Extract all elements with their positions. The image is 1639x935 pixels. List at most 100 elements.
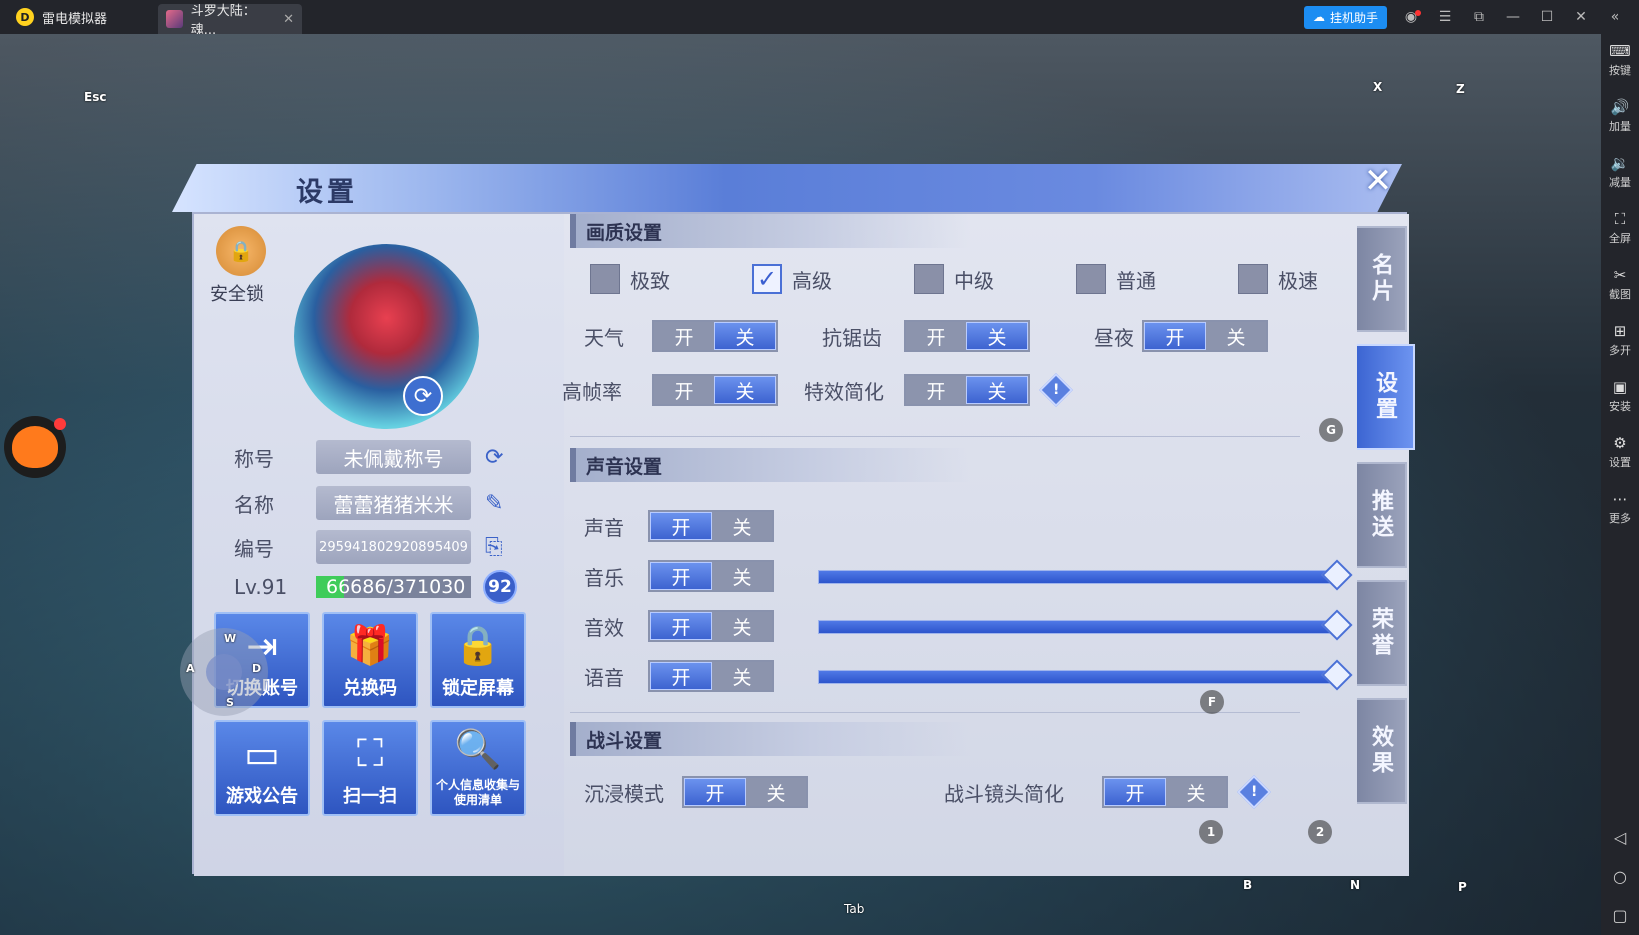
multi-instance-icon: ⊞ — [1613, 322, 1627, 340]
account-icon[interactable]: ◉ — [1401, 9, 1421, 25]
checkbox[interactable] — [914, 264, 944, 294]
home-icon[interactable]: ○ — [1613, 867, 1627, 886]
slider-handle[interactable] — [1321, 559, 1353, 591]
slider-handle[interactable] — [1321, 609, 1353, 641]
panel-close-button[interactable]: ✕ — [1353, 156, 1403, 206]
redeem-code-button[interactable]: 🎁 兑换码 — [322, 612, 418, 708]
key-d: D — [252, 662, 262, 675]
recents-icon[interactable]: ▢ — [1612, 906, 1627, 925]
checkbox[interactable] — [590, 264, 620, 294]
music-volume-slider[interactable] — [818, 559, 1353, 591]
sidebar-item-volume-down[interactable]: 🔉 减量 — [1609, 152, 1631, 208]
antialias-toggle[interactable]: 开关 — [904, 320, 1030, 352]
checkbox[interactable] — [1238, 264, 1268, 294]
sidebar-item-more[interactable]: ⋯ 更多 — [1609, 488, 1631, 544]
sidebar-item-multi[interactable]: ⊞ 多开 — [1609, 320, 1631, 376]
info-warning-icon[interactable]: ! — [1237, 775, 1271, 809]
slider-handle[interactable] — [1321, 659, 1353, 691]
avatar[interactable] — [294, 244, 479, 429]
sfx-volume-slider[interactable] — [818, 609, 1353, 641]
game-tab-label: 斗罗大陆：魂... — [190, 4, 256, 38]
toggle-on[interactable]: 开 — [684, 778, 746, 806]
toggle-off[interactable]: 关 — [966, 376, 1028, 404]
daynight-toggle[interactable]: 开关 — [1142, 320, 1268, 352]
change-avatar-icon[interactable]: ⟳ — [403, 376, 443, 416]
tab-card[interactable]: 名片 — [1357, 226, 1407, 332]
toggle-on[interactable]: 开 — [650, 612, 712, 640]
weather-toggle[interactable]: 开关 — [652, 320, 778, 352]
toggle-off[interactable]: 关 — [1166, 778, 1226, 806]
camera-toggle[interactable]: 开关 — [1102, 776, 1228, 808]
sidebar-item-install[interactable]: ▣ 安装 — [1609, 376, 1631, 432]
tab-push[interactable]: 推送 — [1357, 462, 1407, 568]
info-warning-icon[interactable]: ! — [1039, 373, 1073, 407]
minimize-icon[interactable]: — — [1503, 9, 1523, 25]
game-tab[interactable]: 斗罗大陆：魂... ✕ — [158, 4, 302, 38]
afk-helper-button[interactable]: ☁ 挂机助手 — [1303, 5, 1387, 29]
toggle-off[interactable]: 关 — [712, 512, 772, 540]
section-divider — [570, 712, 1300, 713]
popout-icon[interactable]: ⧉ — [1469, 9, 1489, 25]
lock-icon[interactable]: 🔒 — [216, 226, 266, 276]
tab-effects[interactable]: 效果 — [1357, 698, 1407, 804]
toggle-on[interactable]: 开 — [650, 562, 712, 590]
quality-option-high[interactable]: ✓ 高级 — [752, 264, 914, 294]
lock-screen-button[interactable]: 🔒 锁定屏幕 — [430, 612, 526, 708]
toggle-off[interactable]: 关 — [1206, 322, 1266, 350]
sfx-setting: 音效 开关 — [584, 610, 774, 642]
effects-toggle[interactable]: 开关 — [904, 374, 1030, 406]
toggle-on[interactable]: 开 — [654, 376, 714, 404]
sfx-toggle[interactable]: 开关 — [648, 610, 774, 642]
sidebar-item-screenshot[interactable]: ✂ 截图 — [1609, 264, 1631, 320]
toggle-off[interactable]: 关 — [966, 322, 1028, 350]
toggle-on[interactable]: 开 — [1104, 778, 1166, 806]
close-window-icon[interactable]: ✕ — [1571, 9, 1591, 25]
toggle-on[interactable]: 开 — [650, 512, 712, 540]
quality-option-ultra[interactable]: 极致 — [590, 264, 752, 294]
sidebar-item-volume-up[interactable]: 🔊 加量 — [1609, 96, 1631, 152]
toggle-on[interactable]: 开 — [906, 376, 966, 404]
tab-honor[interactable]: 荣誉 — [1357, 580, 1407, 686]
sidebar-item-fullscreen[interactable]: ⛶ 全屏 — [1609, 208, 1631, 264]
tab-settings[interactable]: 设置 — [1357, 344, 1415, 450]
tab-close-icon[interactable]: ✕ — [283, 12, 294, 27]
refresh-title-icon[interactable]: ⟳ — [485, 445, 503, 470]
toggle-off[interactable]: 关 — [714, 322, 776, 350]
highfps-toggle[interactable]: 开关 — [652, 374, 778, 406]
copy-id-icon[interactable]: ⎘ — [485, 535, 503, 560]
toggle-on[interactable]: 开 — [906, 322, 966, 350]
menu-icon[interactable]: ☰ — [1435, 9, 1455, 25]
safety-lock-label: 安全锁 — [210, 284, 264, 305]
checkbox-checked-icon[interactable]: ✓ — [752, 264, 782, 294]
toggle-on[interactable]: 开 — [654, 322, 714, 350]
app-name: 雷电模拟器 — [42, 11, 108, 27]
movement-joystick[interactable]: W A S D — [180, 628, 268, 716]
quality-option-medium[interactable]: 中级 — [914, 264, 1076, 294]
toggle-on[interactable]: 开 — [650, 662, 712, 690]
toggle-off[interactable]: 关 — [712, 662, 772, 690]
checkbox[interactable] — [1076, 264, 1106, 294]
toggle-off[interactable]: 关 — [746, 778, 806, 806]
edit-name-icon[interactable]: ✎ — [485, 491, 503, 516]
joystick-knob[interactable] — [206, 654, 242, 690]
sound-toggle[interactable]: 开关 — [648, 510, 774, 542]
key-w: W — [224, 632, 237, 645]
scan-button[interactable]: ⛶ 扫一扫 — [322, 720, 418, 816]
toggle-off[interactable]: 关 — [714, 376, 776, 404]
sidebar-item-settings[interactable]: ⚙ 设置 — [1609, 432, 1631, 488]
maximize-icon[interactable]: ☐ — [1537, 9, 1557, 25]
floating-assistant[interactable] — [4, 416, 66, 478]
toggle-on[interactable]: 开 — [1144, 322, 1206, 350]
toggle-off[interactable]: 关 — [712, 612, 772, 640]
back-icon[interactable]: ◁ — [1614, 828, 1626, 847]
music-toggle[interactable]: 开关 — [648, 560, 774, 592]
immersive-toggle[interactable]: 开关 — [682, 776, 808, 808]
toggle-off[interactable]: 关 — [712, 562, 772, 590]
voice-volume-slider[interactable] — [818, 659, 1353, 691]
announcement-button[interactable]: ▭ 游戏公告 — [214, 720, 310, 816]
privacy-list-button[interactable]: 🔍 个人信息收集与使用清单 — [430, 720, 526, 816]
collapse-sidebar-icon[interactable]: « — [1605, 9, 1625, 25]
voice-toggle[interactable]: 开关 — [648, 660, 774, 692]
sidebar-item-keymap[interactable]: ⌨ 按键 — [1609, 40, 1631, 96]
quality-option-normal[interactable]: 普通 — [1076, 264, 1238, 294]
